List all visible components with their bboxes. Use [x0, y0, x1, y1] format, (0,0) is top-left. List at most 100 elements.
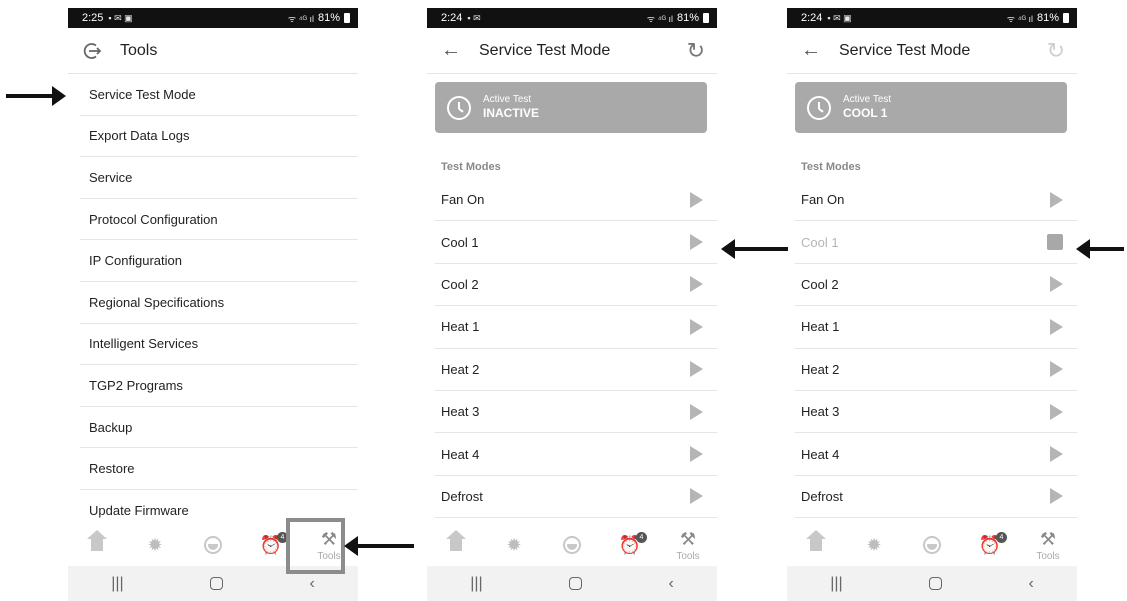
- mode-row-heat-1[interactable]: Heat 1: [435, 306, 717, 349]
- tab-alarms[interactable]: ⏰ 4: [601, 531, 659, 556]
- recents-icon[interactable]: |||: [830, 575, 842, 593]
- play-icon[interactable]: [690, 488, 703, 505]
- mode-label: Fan On: [801, 192, 845, 208]
- tab-tools-label: Tools: [1036, 550, 1060, 562]
- menu-item-intelligent-services[interactable]: Intelligent Services: [80, 324, 358, 366]
- tools-menu: Service Test Mode Export Data Logs Servi…: [68, 74, 358, 532]
- mode-row-heat-3[interactable]: Heat 3: [435, 391, 717, 434]
- menu-item-export-data-logs[interactable]: Export Data Logs: [80, 116, 358, 158]
- play-icon[interactable]: [690, 318, 703, 335]
- bottom-tab-bar: ✹ ⏰ 4 ⚒ Tools: [427, 524, 717, 566]
- home-button-icon[interactable]: [210, 577, 224, 590]
- app-header: Tools: [68, 28, 358, 74]
- play-icon[interactable]: [1050, 488, 1063, 505]
- play-icon[interactable]: [690, 446, 703, 463]
- tab-status[interactable]: [543, 536, 601, 554]
- menu-item-protocol-configuration[interactable]: Protocol Configuration: [80, 199, 358, 241]
- play-icon[interactable]: [690, 403, 703, 420]
- clock-icon: [807, 95, 831, 120]
- play-icon[interactable]: [1050, 191, 1063, 208]
- play-icon[interactable]: [690, 191, 703, 208]
- back-arrow-icon[interactable]: ←: [799, 39, 823, 63]
- home-icon: [446, 530, 466, 552]
- play-icon[interactable]: [690, 276, 703, 293]
- mode-row-heat-4[interactable]: Heat 4: [435, 433, 717, 476]
- mode-row-heat-2[interactable]: Heat 2: [435, 349, 717, 391]
- play-icon[interactable]: [690, 234, 703, 251]
- phone-screen-tools: 2:25 ▪ ✉ ▣ ᯤ ⁴ᴳ ıl 81% Tools Service Tes…: [68, 8, 358, 601]
- mode-row-cool-1[interactable]: Cool 1: [435, 221, 717, 264]
- mode-row-defrost[interactable]: Defrost: [795, 476, 1077, 519]
- app-header: ← Service Test Mode ↻: [787, 28, 1077, 74]
- test-mode-list: Fan On Cool 1 Cool 2 Heat 1 Heat 2 Heat …: [427, 179, 717, 519]
- menu-item-regional-specifications[interactable]: Regional Specifications: [80, 282, 358, 324]
- tab-settings[interactable]: ✹: [126, 535, 184, 556]
- stop-icon[interactable]: [1047, 234, 1063, 251]
- home-button-icon[interactable]: [929, 577, 943, 590]
- status-time: 2:24: [801, 12, 823, 24]
- menu-item-backup[interactable]: Backup: [80, 407, 358, 449]
- back-nav-icon[interactable]: ‹: [1028, 575, 1033, 593]
- mode-row-cool-2[interactable]: Cool 2: [435, 264, 717, 307]
- play-icon[interactable]: [1050, 446, 1063, 463]
- active-test-card: Active Test COOL 1: [795, 82, 1067, 133]
- page-title: Service Test Mode: [479, 41, 611, 59]
- mode-label: Cool 1: [801, 234, 839, 250]
- mode-row-defrost[interactable]: Defrost: [435, 476, 717, 519]
- mode-label: Cool 2: [441, 276, 479, 292]
- tab-settings[interactable]: ✹: [485, 535, 543, 556]
- tab-settings[interactable]: ✹: [845, 535, 903, 556]
- mode-label: Heat 2: [441, 361, 480, 377]
- tab-tools-label: Tools: [676, 550, 700, 562]
- active-test-value: INACTIVE: [483, 106, 540, 120]
- page-title: Service Test Mode: [839, 41, 971, 59]
- tab-alarms[interactable]: ⏰ 4: [961, 531, 1019, 556]
- mode-label: Heat 2: [801, 361, 840, 377]
- mode-row-fan-on[interactable]: Fan On: [795, 179, 1077, 222]
- play-icon[interactable]: [1050, 361, 1063, 378]
- section-title: Test Modes: [801, 161, 861, 173]
- tab-status[interactable]: [903, 536, 961, 554]
- status-time: 2:24: [441, 12, 463, 24]
- tab-home[interactable]: [427, 530, 485, 552]
- phone-screen-test-mode-cool1: 2:24 ▪ ✉ ▣ ᯤ ⁴ᴳ ıl 81% ← Service Test Mo…: [787, 8, 1077, 601]
- home-button-icon[interactable]: [569, 577, 583, 590]
- mode-row-fan-on[interactable]: Fan On: [435, 179, 717, 222]
- refresh-icon[interactable]: ↻: [687, 38, 705, 64]
- gear-icon: ✹: [866, 534, 882, 555]
- test-mode-list: Fan On Cool 1 Cool 2 Heat 1 Heat 2 Heat …: [787, 179, 1077, 519]
- android-nav-bar: ||| ‹: [427, 566, 717, 601]
- clock-icon: [447, 95, 471, 120]
- menu-item-ip-configuration[interactable]: IP Configuration: [80, 240, 358, 282]
- mode-row-heat-2[interactable]: Heat 2: [795, 349, 1077, 391]
- back-nav-icon[interactable]: ‹: [309, 575, 314, 593]
- mode-row-heat-3[interactable]: Heat 3: [795, 391, 1077, 434]
- gauge-icon: [923, 536, 941, 554]
- play-icon[interactable]: [1050, 276, 1063, 293]
- menu-item-service-test-mode[interactable]: Service Test Mode: [80, 74, 358, 116]
- notification-icons: ▪ ✉ ▣: [108, 12, 133, 23]
- back-arrow-icon[interactable]: ←: [439, 39, 463, 63]
- logout-icon[interactable]: [80, 39, 104, 63]
- recents-icon[interactable]: |||: [111, 575, 123, 593]
- tab-status[interactable]: [184, 536, 242, 554]
- play-icon[interactable]: [1050, 318, 1063, 335]
- refresh-icon[interactable]: ↻: [1047, 38, 1065, 64]
- mode-row-heat-1[interactable]: Heat 1: [795, 306, 1077, 349]
- menu-item-tgp2-programs[interactable]: TGP2 Programs: [80, 365, 358, 407]
- mode-row-cool-2[interactable]: Cool 2: [795, 264, 1077, 307]
- play-icon[interactable]: [690, 361, 703, 378]
- mode-row-heat-4[interactable]: Heat 4: [795, 433, 1077, 476]
- menu-item-service[interactable]: Service: [80, 157, 358, 199]
- tab-tools[interactable]: ⚒ Tools: [1019, 529, 1077, 562]
- tab-home[interactable]: [68, 530, 126, 552]
- play-icon[interactable]: [1050, 403, 1063, 420]
- tab-home[interactable]: [787, 530, 845, 552]
- bottom-tab-bar: ✹ ⏰ 4 ⚒ Tools: [787, 524, 1077, 566]
- recents-icon[interactable]: |||: [470, 575, 482, 593]
- mode-label: Defrost: [801, 488, 843, 504]
- mode-row-cool-1-running[interactable]: Cool 1: [795, 221, 1077, 264]
- back-nav-icon[interactable]: ‹: [668, 575, 673, 593]
- tab-tools[interactable]: ⚒ Tools: [659, 529, 717, 562]
- menu-item-restore[interactable]: Restore: [80, 448, 358, 490]
